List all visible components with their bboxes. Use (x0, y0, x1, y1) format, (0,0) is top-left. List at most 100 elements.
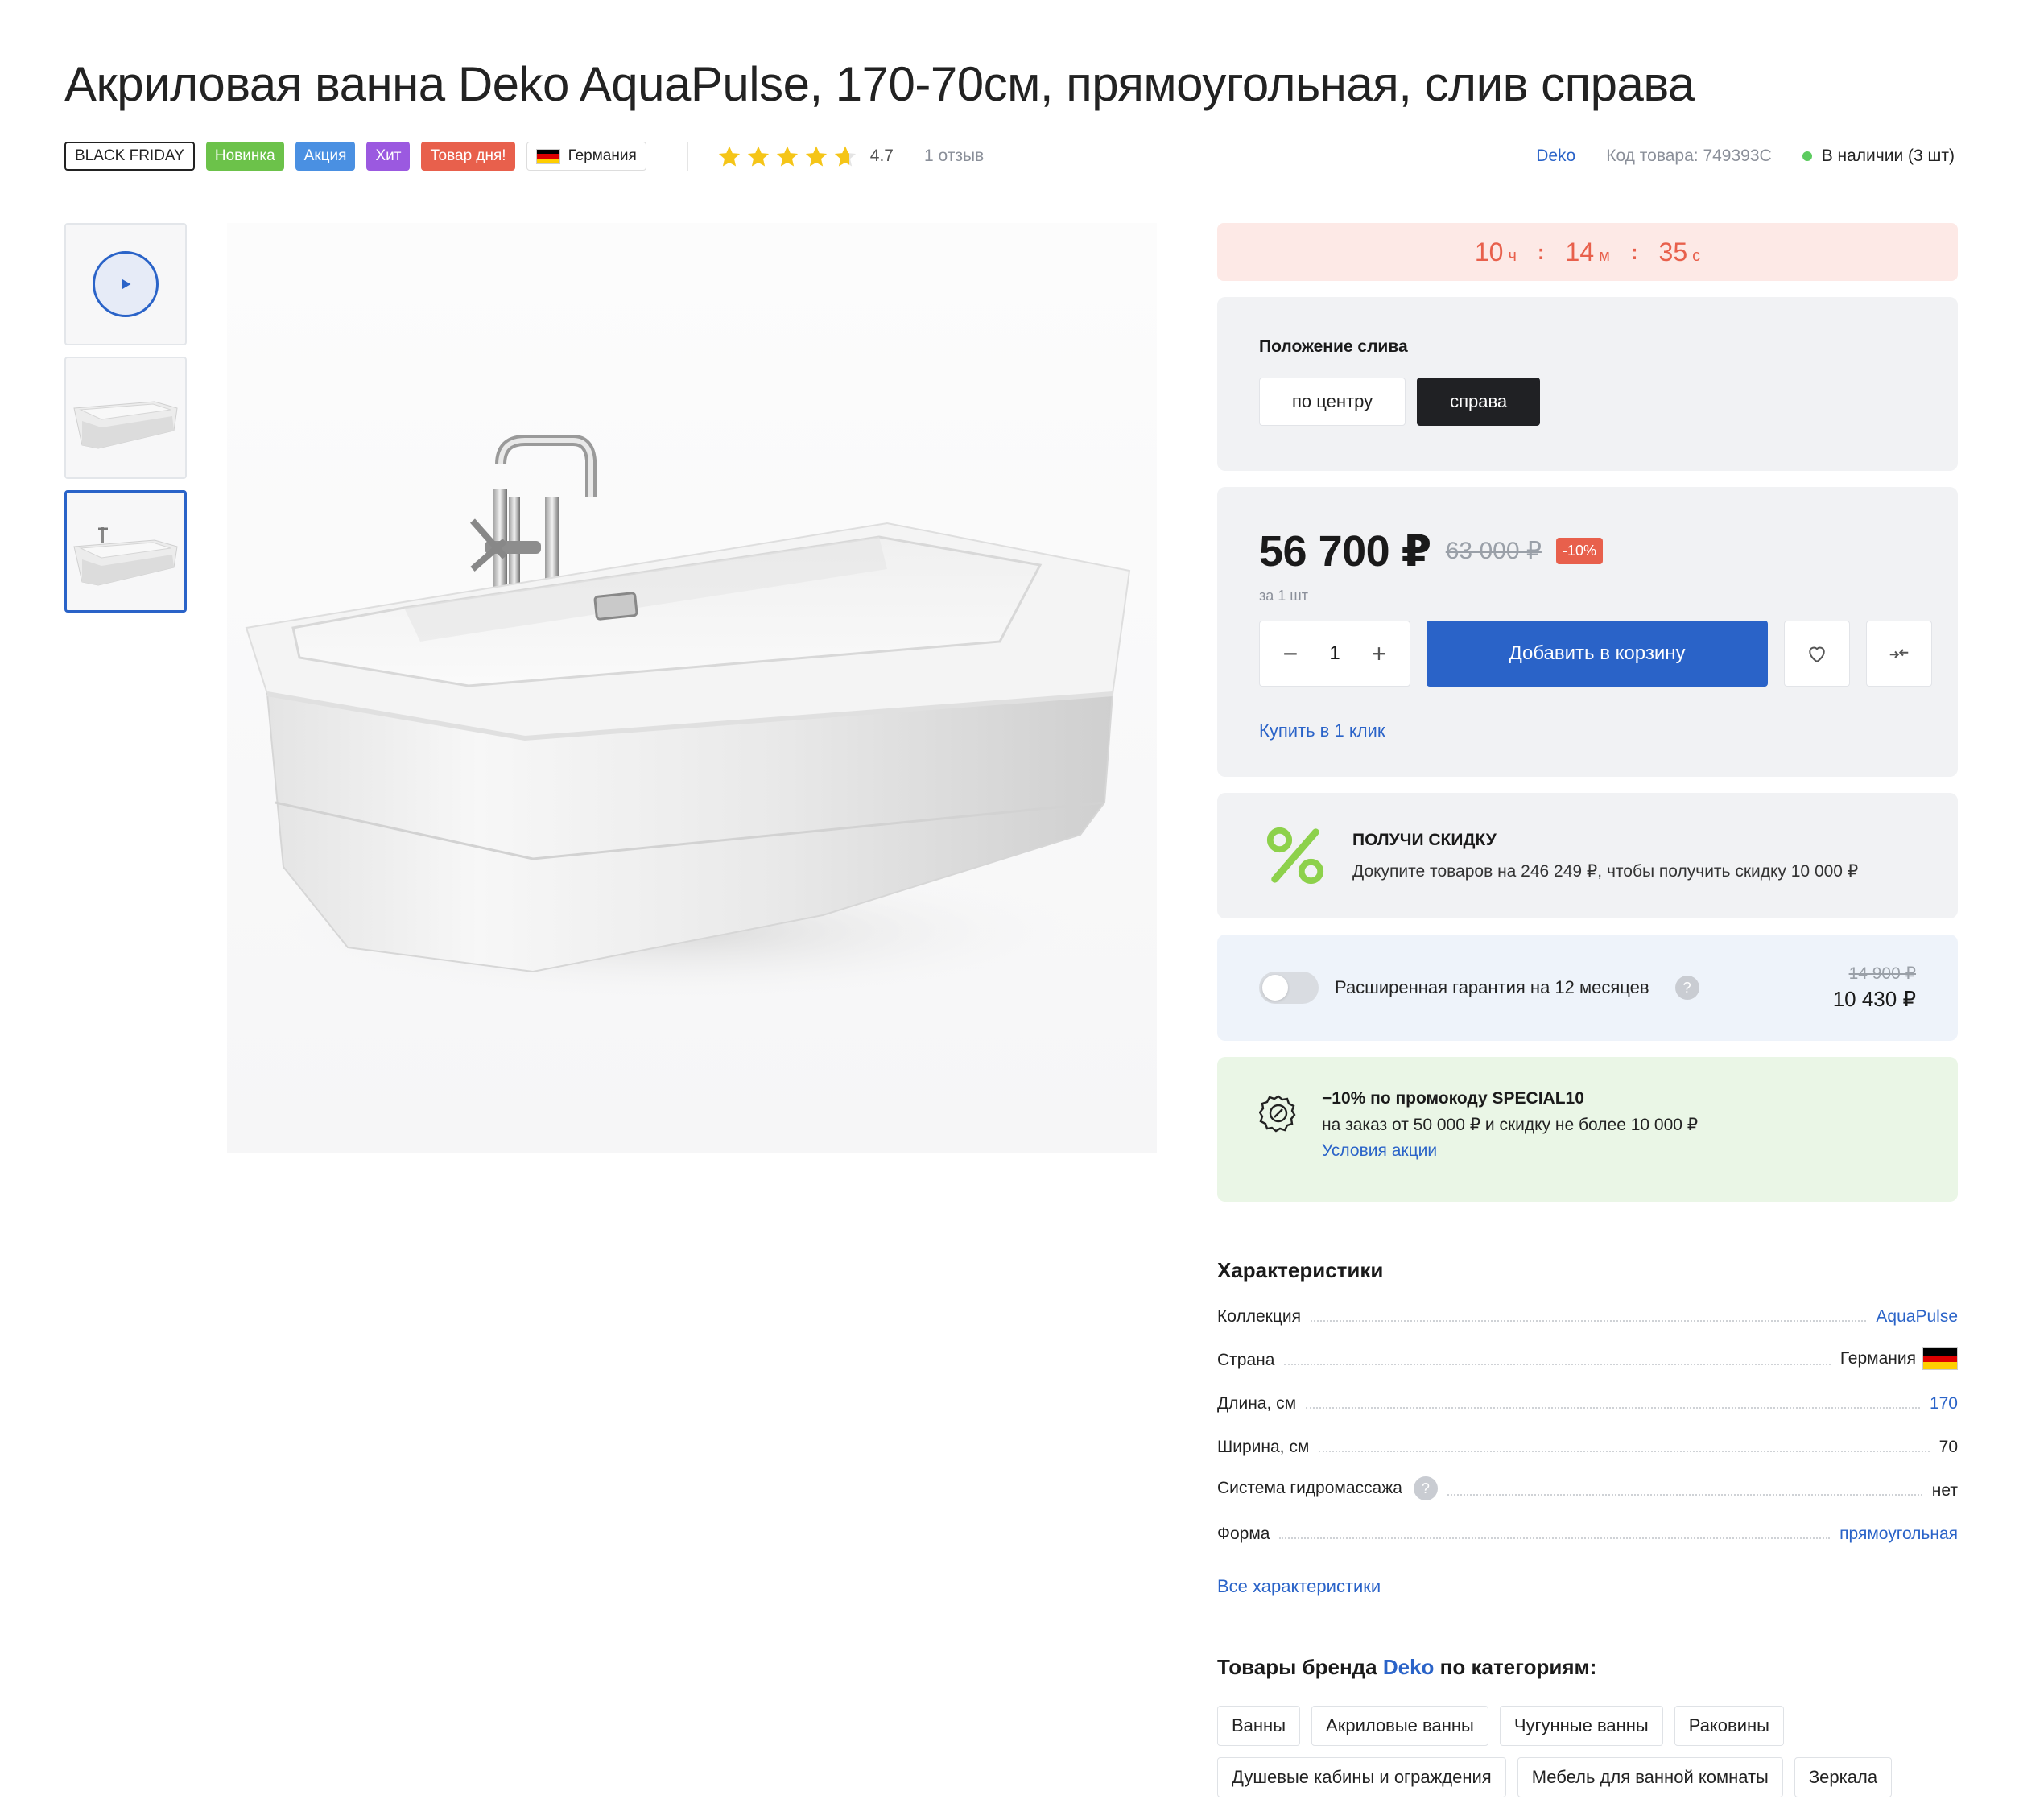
spec-hydromassage-label: Система гидромассажа (1217, 1479, 1402, 1497)
promo-code-card: −10% по промокоду SPECIAL10 на заказ от … (1217, 1057, 1958, 1202)
spec-value: Германия (1840, 1347, 1958, 1370)
spec-value: 70 (1938, 1438, 1958, 1456)
specifications-title: Характеристики (1217, 1258, 1384, 1282)
category-tags: Ванны Акриловые ванны Чугунные ванны Рак… (1217, 1706, 1942, 1797)
percent-icon (1266, 827, 1324, 885)
compare-button[interactable] (1866, 621, 1932, 687)
spec-value-link[interactable]: AquaPulse (1876, 1307, 1958, 1327)
wishlist-button[interactable] (1784, 621, 1850, 687)
get-discount-card: ПОЛУЧИ СКИДКУ Докупите товаров на 246 24… (1217, 793, 1958, 918)
countdown-timer: 10 ч : 14 м : 35 с (1217, 223, 1958, 281)
help-icon[interactable]: ? (1413, 1476, 1438, 1500)
star-icon (747, 146, 769, 167)
category-tag[interactable]: Акриловые ванны (1311, 1706, 1488, 1746)
category-tag[interactable]: Чугунные ванны (1499, 1706, 1663, 1746)
compare-icon (1889, 649, 1909, 658)
drain-option-center[interactable]: по центру (1259, 378, 1406, 426)
stock-status-label: В наличии (3 шт) (1821, 147, 1955, 165)
timer-seconds: 35 с (1658, 237, 1701, 266)
spec-dots (1447, 1494, 1922, 1496)
promo-terms-link[interactable]: Условия акции (1322, 1141, 1698, 1161)
badge-new[interactable]: Новинка (205, 142, 284, 171)
brand-link[interactable]: Deko (1536, 147, 1575, 166)
play-icon (93, 251, 159, 317)
badge-product-of-day[interactable]: Товар дня! (421, 142, 515, 171)
current-price: 56 700 ₽ (1259, 527, 1431, 576)
quantity-decrease-button[interactable]: − (1279, 639, 1302, 669)
spec-value: нет (1931, 1481, 1958, 1500)
spec-dots (1310, 1320, 1867, 1322)
promo-code-text: на заказ от 50 000 ₽ и скидку не более 1… (1322, 1116, 1699, 1134)
drain-position-title: Положение слива (1259, 337, 1408, 356)
bathtub-faucet-thumbnail-image (73, 527, 178, 586)
page-title: Акриловая ванна Deko AquaPulse, 170-70см… (64, 57, 1695, 111)
spec-value-link[interactable]: прямоугольная (1839, 1525, 1958, 1544)
star-icon (718, 146, 740, 167)
spec-dots (1279, 1537, 1831, 1539)
buy-row: − 1 + Добавить в корзину (1259, 621, 1932, 687)
spec-row-shape: Форма прямоугольная (1217, 1500, 1958, 1544)
warranty-toggle[interactable] (1259, 972, 1319, 1004)
buy-one-click-link[interactable]: Купить в 1 клик (1259, 720, 1385, 741)
warranty-old-price: 14 900 ₽ (1848, 964, 1916, 983)
thumbnail-image-active[interactable] (64, 490, 187, 613)
warranty-new-price: 10 430 ₽ (1832, 987, 1916, 1011)
all-specifications-link[interactable]: Все характеристики (1217, 1576, 1381, 1597)
thumbnail-video[interactable] (64, 223, 187, 345)
timer-minutes: 14 м (1565, 237, 1610, 266)
star-icon (776, 146, 798, 167)
reviews-link[interactable]: 1 отзыв (924, 147, 984, 166)
old-price: 63 000 ₽ (1445, 538, 1542, 564)
spec-label: Коллекция (1217, 1307, 1301, 1326)
drain-option-right[interactable]: справа (1417, 378, 1541, 426)
spec-row-length: Длина, см 170 (1217, 1370, 1958, 1413)
main-product-image[interactable] (227, 223, 1157, 1153)
spec-value-link[interactable]: 170 (1930, 1394, 1958, 1413)
discount-badge: -10% (1555, 538, 1603, 564)
star-half-icon (834, 146, 856, 167)
category-tag[interactable]: Зеркала (1794, 1757, 1893, 1797)
badges: BLACK FRIDAY Новинка Акция Хит Товар дня… (64, 142, 646, 171)
spec-row-width: Ширина, см 70 (1217, 1413, 1958, 1457)
purchase-panel: 10 ч : 14 м : 35 с Положение слива по центр… (1217, 223, 1958, 1797)
warranty-label: Расширенная гарантия на 12 месяцев (1335, 977, 1649, 997)
stock-dot-icon (1802, 151, 1812, 161)
product-meta-row: BLACK FRIDAY Новинка Акция Хит Товар дня… (64, 141, 1955, 171)
germany-flag-icon (1922, 1347, 1958, 1370)
spec-label: Ширина, см (1217, 1438, 1310, 1456)
warranty-price: 14 900 ₽ 10 430 ₽ (1833, 964, 1916, 1012)
extended-warranty-card: Расширенная гарантия на 12 месяцев ? 14 … (1217, 935, 1958, 1041)
spec-row-collection: Коллекция AquaPulse (1217, 1283, 1958, 1327)
specifications: Характеристики Коллекция AquaPulse Стран… (1217, 1258, 1958, 1597)
spec-country-value: Германия (1839, 1349, 1916, 1368)
price-per-unit: за 1 шт (1259, 588, 1308, 604)
brand-categories-brand-link[interactable]: Deko (1383, 1655, 1435, 1679)
badge-hit[interactable]: Хит (366, 142, 411, 171)
brand-categories: Товары бренда Deko по категориям: Ванны … (1217, 1655, 1958, 1797)
badge-black-friday[interactable]: BLACK FRIDAY (64, 142, 195, 171)
category-tag[interactable]: Раковины (1674, 1706, 1784, 1746)
quantity-increase-button[interactable]: + (1368, 639, 1390, 669)
gallery-thumbnails (64, 223, 187, 613)
product-code: Код товара: 749393С (1606, 147, 1772, 165)
bathtub-image (245, 435, 1131, 1004)
promo-code-title: −10% по промокоду SPECIAL10 (1322, 1089, 1584, 1108)
category-tag[interactable]: Душевые кабины и ограждения (1217, 1757, 1506, 1797)
badge-country[interactable]: Германия (526, 142, 646, 171)
spec-label: Длина, см (1217, 1394, 1297, 1413)
help-icon[interactable]: ? (1674, 976, 1699, 1000)
badge-promo[interactable]: Акция (295, 142, 356, 171)
badge-country-label: Германия (568, 147, 637, 164)
thumbnail-image[interactable] (64, 357, 187, 479)
add-to-cart-button[interactable]: Добавить в корзину (1427, 621, 1768, 687)
spec-dots (1284, 1364, 1831, 1365)
get-discount-text: Докупите товаров на 246 249 ₽, чтобы пол… (1352, 861, 1859, 881)
quantity-value[interactable]: 1 (1329, 642, 1340, 665)
spec-row-country: Страна Германия (1217, 1327, 1958, 1370)
category-tag[interactable]: Мебель для ванной комнаты (1517, 1757, 1783, 1797)
timer-separator: : (1630, 239, 1638, 264)
get-discount-title: ПОЛУЧИ СКИДКУ (1352, 830, 1497, 849)
rating-stars[interactable] (717, 144, 857, 168)
category-tag[interactable]: Ванны (1217, 1706, 1301, 1746)
brand-categories-title: Товары бренда Deko по категориям: (1217, 1655, 1597, 1679)
